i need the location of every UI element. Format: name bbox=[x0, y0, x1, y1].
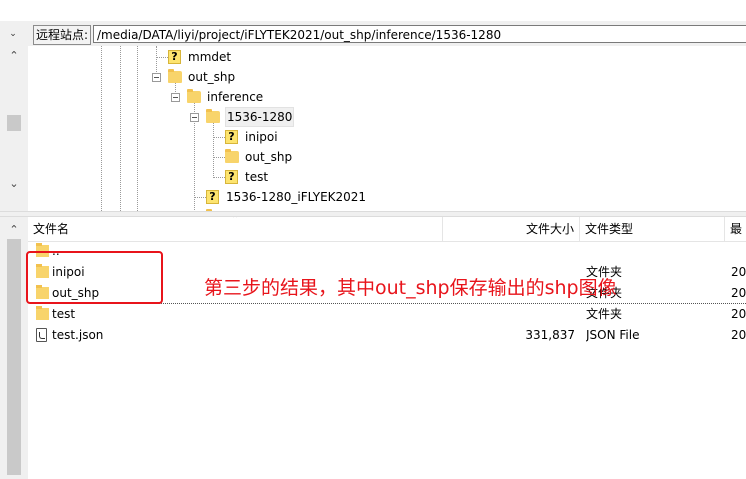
json-file-icon bbox=[36, 328, 47, 342]
unknown-folder-icon: ? bbox=[168, 50, 181, 64]
tree-guide-line bbox=[101, 46, 102, 211]
folder-icon bbox=[187, 89, 201, 103]
unknown-folder-icon: ? bbox=[225, 170, 238, 184]
table-row[interactable]: test 文件夹 20 bbox=[28, 304, 746, 325]
remote-path-input[interactable]: /media/DATA/liyi/project/iFLYTEK2021/out… bbox=[93, 25, 746, 43]
remote-site-label: 远程站点: bbox=[33, 25, 92, 45]
column-header-modified[interactable]: 最 bbox=[725, 217, 746, 241]
tree-guide-line bbox=[120, 46, 121, 211]
folder-icon bbox=[206, 109, 220, 123]
highlight-box bbox=[26, 251, 163, 304]
tree-guide-line bbox=[156, 57, 168, 58]
scroll-up-icon[interactable]: ⌃ bbox=[0, 223, 28, 237]
remote-site-bar: ⌄ 远程站点: /media/DATA/liyi/project/iFLYTEK… bbox=[0, 21, 746, 47]
chevron-down-icon[interactable]: ⌄ bbox=[4, 27, 22, 41]
tree-scrollbar[interactable]: ⌃ ⌄ bbox=[0, 46, 28, 211]
scroll-down-icon[interactable]: ⌄ bbox=[0, 177, 28, 191]
unknown-folder-icon: ? bbox=[225, 130, 238, 144]
tree-guide-line bbox=[213, 177, 225, 178]
tree-guide-line bbox=[194, 197, 206, 198]
table-row[interactable]: test.json 331,837 JSON File 20 bbox=[28, 325, 746, 346]
collapse-toggle-icon[interactable] bbox=[152, 73, 161, 82]
column-header-size[interactable]: 文件大小 bbox=[443, 217, 580, 241]
remote-directory-tree: ⌃ ⌄ ? mmdet out_shp inference 1536-1280 … bbox=[0, 46, 746, 211]
tree-guide-line bbox=[156, 46, 157, 76]
tree-guide-line bbox=[137, 46, 138, 211]
collapse-toggle-icon[interactable] bbox=[190, 113, 199, 122]
sort-ascending-icon: ⌃ bbox=[231, 217, 240, 225]
scroll-thumb[interactable] bbox=[7, 239, 21, 475]
tree-guide-line bbox=[213, 122, 214, 178]
folder-icon bbox=[168, 69, 182, 83]
scroll-up-icon[interactable]: ⌃ bbox=[0, 49, 28, 63]
folder-icon bbox=[225, 149, 239, 163]
folder-icon bbox=[36, 306, 49, 320]
collapse-toggle-icon[interactable] bbox=[171, 93, 180, 102]
tree-guide-line bbox=[213, 157, 225, 158]
unknown-folder-icon: ? bbox=[206, 190, 219, 204]
tree-guide-line bbox=[213, 137, 225, 138]
list-scrollbar[interactable]: ⌃ bbox=[0, 217, 28, 479]
column-header-type[interactable]: 文件类型 bbox=[580, 217, 725, 241]
annotation-text: 第三步的结果，其中out_shp保存输出的shp图像 bbox=[204, 277, 617, 299]
scroll-thumb[interactable] bbox=[7, 115, 21, 131]
